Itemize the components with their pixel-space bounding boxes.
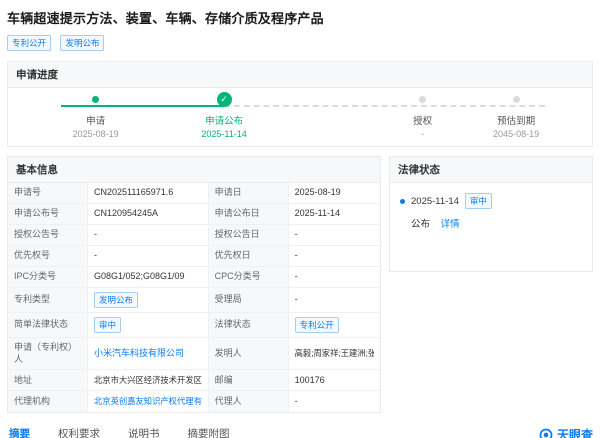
info-label: 代理机构	[8, 391, 88, 413]
legal-status-date: 2025-11-14	[411, 195, 459, 207]
title-badges: 专利公开 发明公布	[7, 34, 593, 52]
legal-status-badge: 专利公开	[294, 317, 339, 333]
info-label: 发明人	[208, 338, 289, 371]
agency-link[interactable]: 北京英创嘉友知识产权代理有限公司	[94, 396, 202, 407]
step-label: 预估到期	[497, 116, 536, 127]
info-label: IPC分类号	[8, 267, 88, 288]
main-content-row: 基本信息 申请号 CN202511165971.6 申请日 2025-08-19…	[7, 147, 593, 414]
info-label: 申请（专利权）人	[8, 338, 88, 371]
info-label: 专利类型	[8, 288, 88, 313]
progress-timeline: 申请 2025-08-19 ✓ 申请公布 2025-11-14 授权 - 预估到…	[8, 88, 592, 146]
legal-status-panel: 法律状态 2025-11-14 审中 公布 详情	[389, 156, 593, 272]
basic-info-title: 基本信息	[8, 157, 380, 183]
brand-name: 天眼查	[556, 428, 593, 438]
document-tabs-row: 摘要 权利要求 说明书 摘要附图 天眼查	[7, 422, 593, 438]
step-label: 申请公布	[205, 116, 244, 127]
step-grant: 授权 -	[377, 91, 469, 139]
brand-logo[interactable]: 天眼查	[539, 426, 593, 438]
step-dot-wrap: ✓	[178, 91, 270, 107]
info-label: 申请日	[208, 183, 289, 204]
applicant-link[interactable]: 小米汽车科技有限公司	[94, 348, 184, 360]
info-value-priority-date: -	[288, 246, 380, 267]
detail-link[interactable]: 详情	[441, 219, 460, 230]
tab-claims[interactable]: 权利要求	[56, 422, 102, 438]
basic-info-table: 申请号 CN202511165971.6 申请日 2025-08-19 申请公布…	[8, 183, 380, 413]
info-value-postcode: 100176	[288, 370, 380, 392]
tab-abstract-figure[interactable]: 摘要附图	[186, 422, 232, 438]
info-label: 优先权号	[8, 246, 88, 267]
info-value-simple-legal-status: 审中	[88, 313, 209, 338]
legal-status-item-badge: 审中	[464, 193, 492, 209]
step-publication: ✓ 申请公布 2025-11-14	[178, 91, 270, 139]
legal-status-event-row: 公布 详情	[411, 216, 582, 230]
info-label: 申请公布日	[208, 204, 289, 225]
progress-section: 申请进度 申请 2025-08-19 ✓ 申请公布 2025-11-14 授权 …	[7, 61, 593, 147]
check-icon: ✓	[216, 91, 232, 107]
pending-dot-icon	[419, 95, 427, 103]
info-value-grant-number: -	[88, 225, 209, 246]
invention-publication-badge: 发明公布	[60, 34, 105, 51]
step-label: 申请	[86, 116, 106, 127]
step-date: 2045-08-19	[493, 129, 540, 139]
info-value-inventors: 高毅;周家祥;王建洲;张垦藩;马智展	[288, 338, 380, 371]
document-tabs: 摘要 权利要求 说明书 摘要附图	[7, 422, 256, 438]
step-apply: 申请 2025-08-19	[50, 91, 142, 139]
info-value-patent-type: 发明公布	[88, 288, 209, 313]
legal-status-item: 2025-11-14 审中	[400, 193, 582, 209]
info-label: 授权公告日	[208, 225, 289, 246]
patent-public-badge: 专利公开	[7, 34, 52, 51]
info-label: 申请号	[8, 183, 88, 204]
info-label: 地址	[8, 370, 88, 392]
info-label: 邮编	[208, 370, 289, 392]
info-value-agency: 北京英创嘉友知识产权代理有限公司	[88, 391, 209, 413]
step-dot-wrap	[470, 91, 562, 107]
info-value-ipc-class: G08G1/052;G08G1/09	[88, 267, 209, 288]
info-value-legal-status: 专利公开	[288, 313, 380, 338]
info-label: CPC分类号	[208, 267, 289, 288]
patent-detail-page: 车辆超速提示方法、装置、车辆、存储介质及程序产品 专利公开 发明公布 申请进度 …	[0, 0, 600, 438]
page-title: 车辆超速提示方法、装置、车辆、存储介质及程序产品	[7, 11, 324, 26]
patent-type-badge: 发明公布	[94, 292, 139, 308]
step-dot-wrap	[377, 91, 469, 107]
info-value-priority-number: -	[88, 246, 209, 267]
progress-section-title: 申请进度	[8, 62, 592, 88]
info-value-grant-date: -	[288, 225, 380, 246]
pending-review-badge: 审中	[94, 317, 122, 333]
info-value-cpc-class: -	[288, 267, 380, 288]
basic-info-section: 基本信息 申请号 CN202511165971.6 申请日 2025-08-19…	[7, 156, 381, 414]
eye-icon	[539, 428, 553, 438]
legal-status-title: 法律状态	[390, 157, 592, 183]
legal-status-body: 2025-11-14 审中 公布 详情	[390, 183, 592, 271]
done-dot-icon	[92, 95, 100, 103]
info-value-application-number: CN202511165971.6	[88, 183, 209, 204]
step-date: -	[421, 129, 425, 139]
step-label: 授权	[413, 116, 433, 127]
info-value-address: 北京市大兴区经济技术开发区科创十街15号院5号楼6层618室	[88, 370, 209, 392]
info-value-accepting-office: -	[288, 288, 380, 313]
step-estimated-expiry: 预估到期 2045-08-19	[470, 91, 562, 139]
info-label: 申请公布号	[8, 204, 88, 225]
info-label: 受理局	[208, 288, 289, 313]
tab-description[interactable]: 说明书	[126, 422, 162, 438]
step-date: 2025-11-14	[201, 129, 247, 139]
tab-abstract[interactable]: 摘要	[7, 422, 32, 438]
info-label: 简单法律状态	[8, 313, 88, 338]
info-value-applicant: 小米汽车科技有限公司	[88, 338, 209, 371]
info-label: 代理人	[208, 391, 289, 413]
address-text: 北京市大兴区经济技术开发区科创十街15号院5号楼6层618室	[94, 374, 202, 385]
info-value-agent: -	[294, 396, 298, 407]
legal-status-event: 公布	[411, 219, 431, 230]
info-value-publication-date: 2025-11-14	[288, 204, 380, 225]
info-label: 法律状态	[208, 313, 289, 338]
info-value-publication-number: CN120954245A	[88, 204, 209, 225]
step-date: 2025-08-19	[72, 129, 119, 139]
info-label: 优先权日	[208, 246, 289, 267]
info-value-application-date: 2025-08-19	[288, 183, 380, 204]
bullet-icon	[400, 198, 405, 204]
pending-dot-icon	[512, 95, 520, 103]
inventors-text: 高毅;周家祥;王建洲;张垦藩;马智展	[294, 348, 374, 359]
info-label: 授权公告号	[8, 225, 88, 246]
step-dot-wrap	[50, 91, 142, 107]
